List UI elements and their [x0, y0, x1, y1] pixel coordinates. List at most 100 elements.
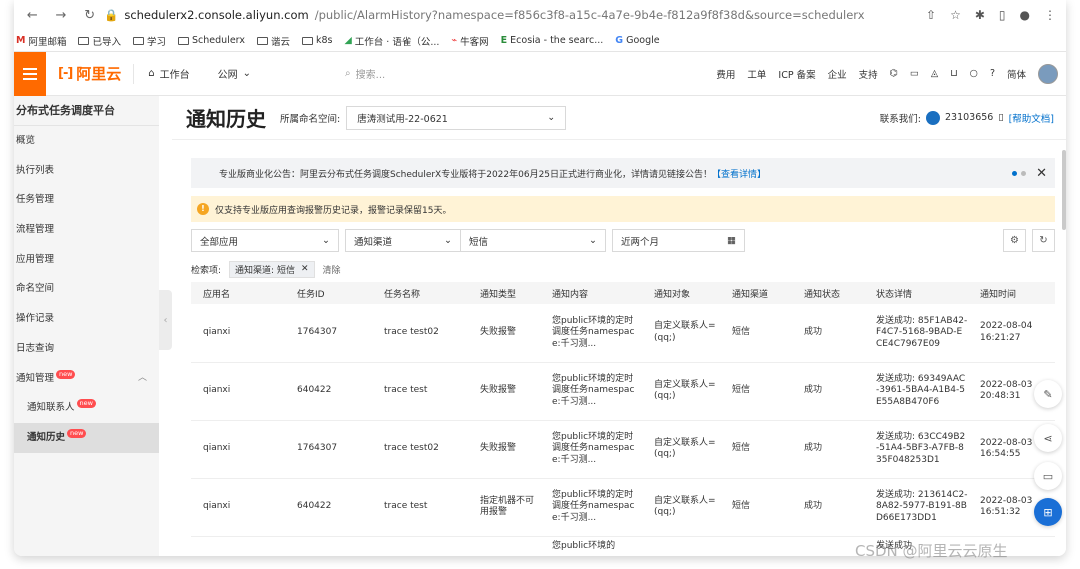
- aliyun-mark-icon: [-]: [58, 66, 73, 81]
- share-icon[interactable]: ⇧: [926, 8, 936, 22]
- apps-button[interactable]: ⊞: [1034, 498, 1062, 526]
- help-icon[interactable]: ?: [990, 68, 995, 79]
- bookmark-schedulerx[interactable]: Schedulerx: [178, 35, 245, 46]
- edit-button[interactable]: ✎: [1034, 380, 1062, 408]
- cell-channel: 短信: [720, 304, 792, 363]
- bookmark-nowcoder[interactable]: ⌁ 牛客网: [451, 34, 488, 48]
- avatar[interactable]: [1038, 63, 1058, 84]
- console-search[interactable]: ⌕ 搜索...: [335, 60, 506, 87]
- bookmark-ecosia[interactable]: E Ecosia - the searc...: [501, 35, 604, 46]
- app-select[interactable]: 全部应用 ⌄: [191, 229, 339, 252]
- qq-icon: [925, 110, 940, 125]
- bookmark-k8s[interactable]: k8s: [301, 35, 332, 46]
- bookmark-xieyun[interactable]: 谐云: [256, 34, 290, 48]
- table-row: qianxi 640422 trace test 指定机器不可用报警 您publ…: [191, 478, 1055, 537]
- contact-qq[interactable]: 23103656: [945, 112, 993, 123]
- topbar-link-enterprise[interactable]: 企业: [828, 67, 847, 81]
- bulb-icon[interactable]: ○: [970, 68, 978, 79]
- announcement-link[interactable]: 【查看详情】: [712, 167, 766, 180]
- refresh-button[interactable]: ↻: [1032, 229, 1055, 252]
- channel-select[interactable]: 通知渠道 ⌄: [345, 229, 461, 252]
- cloud-shell-icon[interactable]: ⌬: [890, 68, 898, 79]
- filter-bar: 全部应用 ⌄ 通知渠道 ⌄ 短信 ⌄ 近两个月 ▦ ⚙ ↻: [191, 229, 1055, 253]
- bookmark-google[interactable]: G Google: [615, 35, 659, 46]
- topbar-link-ticket[interactable]: 工单: [747, 67, 766, 81]
- settings-button[interactable]: ⚙: [1003, 229, 1026, 252]
- menu-hamburger-icon[interactable]: [14, 51, 46, 96]
- bookmark-mail[interactable]: M 阿里邮箱: [16, 34, 66, 48]
- date-range-picker[interactable]: 近两个月 ▦: [612, 229, 745, 252]
- region-select[interactable]: 公网 ⌄: [204, 66, 265, 81]
- close-icon[interactable]: ✕: [301, 264, 309, 274]
- cell-time: 2022-08-04 16:21:27: [968, 304, 1055, 363]
- cell-target: 自定义联系人=(qq;): [642, 304, 720, 363]
- col-task-id: 任务ID: [285, 282, 372, 304]
- channel-value-select[interactable]: 短信 ⌄: [460, 229, 606, 252]
- conditions-label: 检索项:: [191, 265, 222, 276]
- share-button[interactable]: ⋖: [1034, 424, 1062, 452]
- workbench-link[interactable]: ⌂ 工作台: [134, 66, 203, 81]
- bell-icon[interactable]: ◬: [931, 68, 938, 79]
- cell-channel: 短信: [720, 362, 792, 421]
- scrollbar[interactable]: [1062, 150, 1066, 230]
- carousel-dot[interactable]: [1012, 170, 1018, 176]
- main-content: 通知历史 所属命名空间: 唐涛测试用-22-0621 ⌄ 联系我们: 231036…: [172, 96, 1066, 556]
- url-path: /public/AlarmHistory?namespace=f856c3f8-…: [314, 8, 865, 22]
- sidebar-item-apps[interactable]: 应用管理: [14, 245, 159, 275]
- sidebar-item-history[interactable]: 通知历史 new: [14, 422, 159, 453]
- page-title: 通知历史: [186, 107, 266, 131]
- topbar-link-support[interactable]: 支持: [859, 67, 878, 81]
- namespace-select[interactable]: 唐涛测试用-22-0621 ⌄: [346, 105, 567, 130]
- warning-icon: !: [197, 203, 209, 215]
- bookmark-yuque[interactable]: ◢ 工作台 · 语雀（公...: [344, 34, 439, 48]
- page-header: 通知历史 所属命名空间: 唐涛测试用-22-0621 ⌄ 联系我们: 231036…: [172, 96, 1066, 140]
- sidebar-item-logs[interactable]: 日志查询: [14, 334, 159, 364]
- feedback-button[interactable]: ▭: [1034, 462, 1062, 490]
- browser-window: ← → ↻ 🔒 schedulerx2.console.aliyun.com/p…: [14, 0, 1066, 556]
- sidebar-group-notify[interactable]: 通知管理 new ︿: [14, 364, 159, 394]
- cell-content: 您public环境的定时调度任务namespace:千习测...: [540, 478, 642, 537]
- carousel-dot[interactable]: [1021, 170, 1027, 176]
- topbar-link-fee[interactable]: 费用: [716, 67, 735, 81]
- terminal-icon[interactable]: ▭: [910, 68, 919, 79]
- sidebar-item-namespaces[interactable]: 命名空间: [14, 274, 159, 304]
- col-type: 通知类型: [468, 282, 540, 304]
- chevron-down-icon: ⌄: [444, 235, 452, 246]
- topbar-links: 费用 工单 ICP 备案 企业 支持 ⌬ ▭ ◬ ⊔ ○ ? 简体: [716, 63, 1066, 84]
- menu-icon[interactable]: ⋮: [1044, 8, 1056, 22]
- forward-icon[interactable]: →: [56, 8, 67, 23]
- cell-app: qianxi: [191, 420, 285, 479]
- bookmark-study[interactable]: 学习: [133, 34, 166, 48]
- chevron-down-icon: ⌄: [589, 235, 597, 246]
- language-select[interactable]: 简体: [1007, 67, 1026, 81]
- topbar-link-icp[interactable]: ICP 备案: [778, 67, 815, 81]
- cell-detail: 发送成功: 69349AAC-3961-5BA4-A1B4-5E55A8B470…: [864, 362, 968, 421]
- sidebar-item-contacts[interactable]: 通知联系人 new: [14, 393, 159, 423]
- aliyun-logo[interactable]: [-] 阿里云: [46, 63, 135, 84]
- carousel-dots[interactable]: [1012, 170, 1027, 176]
- profile-icon[interactable]: ●: [1020, 8, 1030, 22]
- star-icon[interactable]: ☆: [950, 8, 961, 22]
- reload-icon[interactable]: ↻: [84, 8, 95, 23]
- clear-conditions-link[interactable]: 清除: [323, 263, 341, 276]
- help-doc-link[interactable]: [帮助文档]: [1009, 111, 1054, 125]
- sidebar-item-tasks[interactable]: 任务管理: [14, 185, 159, 215]
- sidebar-item-overview[interactable]: 概览: [14, 126, 159, 156]
- cell-detail: 发送成功: 63CC49B2-51A4-5BF3-A7FB-835F048253…: [864, 420, 968, 479]
- cell-status: 成功: [792, 304, 864, 363]
- sidebar-collapse-handle[interactable]: ‹: [159, 290, 172, 350]
- col-detail: 状态详情: [864, 282, 968, 304]
- address-bar: ← → ↻ 🔒 schedulerx2.console.aliyun.com/p…: [14, 0, 1066, 30]
- sidebar-icon[interactable]: ▯: [999, 8, 1006, 22]
- col-time: 通知时间: [968, 282, 1055, 304]
- back-icon[interactable]: ←: [27, 8, 38, 23]
- close-icon[interactable]: ✕: [1036, 166, 1047, 181]
- bookmarks-bar: M 阿里邮箱 已导入 学习 Schedulerx 谐云 k8s ◢ 工作台 · 语雀…: [14, 30, 1066, 52]
- extensions-icon[interactable]: ✱: [975, 8, 985, 22]
- sidebar-item-workflows[interactable]: 流程管理: [14, 215, 159, 245]
- sidebar-item-executions[interactable]: 执行列表: [14, 156, 159, 186]
- sidebar-item-oplog[interactable]: 操作记录: [14, 304, 159, 334]
- url-field[interactable]: 🔒 schedulerx2.console.aliyun.com/public/…: [104, 8, 926, 22]
- cart-icon[interactable]: ⊔: [950, 68, 957, 79]
- bookmark-imported[interactable]: 已导入: [78, 34, 121, 48]
